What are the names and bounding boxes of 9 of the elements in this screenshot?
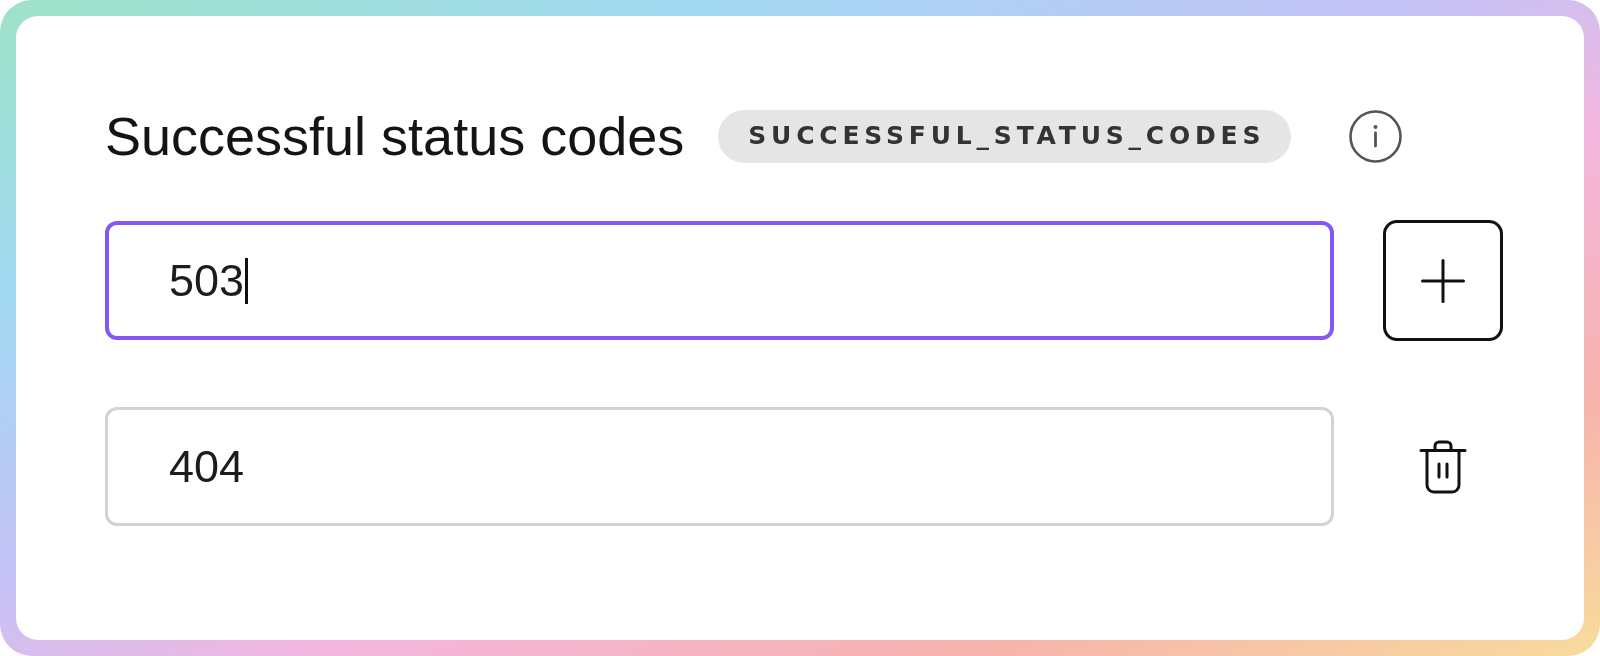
input-field[interactable]: 503 [105,221,1334,340]
field-title: Successful status codes [105,105,685,168]
info-icon[interactable] [1349,109,1403,163]
add-button[interactable] [1383,220,1503,341]
key-label: SUCCESSFUL_STATUS_CODES [718,109,1292,163]
text-cursor-icon [245,257,249,304]
trash-icon [1419,439,1467,494]
input-field[interactable]: 404 [105,407,1334,526]
plus-icon [1421,258,1465,303]
